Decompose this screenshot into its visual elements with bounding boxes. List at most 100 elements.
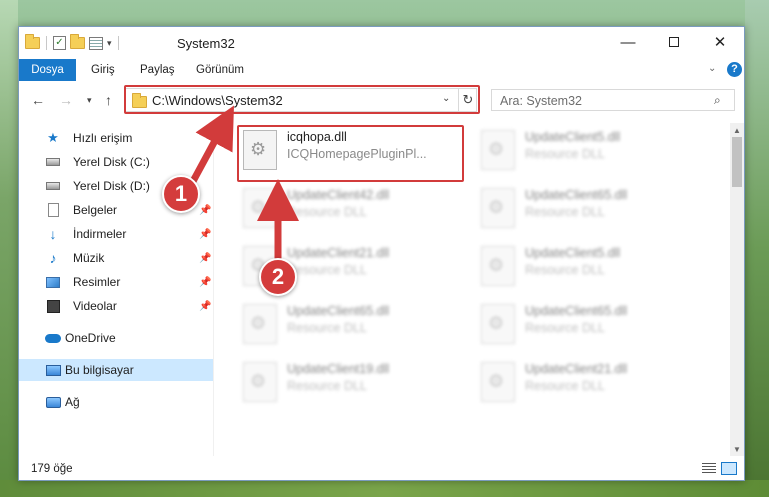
sidebar-item-indirmeler[interactable]: ↓ İndirmeler 📌	[19, 223, 214, 245]
sidebar-item-yerel-disk-c[interactable]: Yerel Disk (C:)	[19, 151, 214, 173]
drive-icon	[45, 179, 61, 193]
customize-toolbar-chevron-icon[interactable]: ▾	[107, 38, 112, 49]
tab-gorunum[interactable]: Görünüm	[196, 59, 244, 81]
file-item[interactable]: UpdateClient65.dll Resource DLL	[477, 184, 697, 232]
sidebar-item-videolar[interactable]: Videolar 📌	[19, 295, 214, 317]
file-description: Resource DLL	[287, 205, 367, 219]
sidebar-item-label: Videolar	[73, 299, 117, 313]
file-name: UpdateClient65.dll	[525, 304, 628, 318]
download-icon: ↓	[49, 226, 57, 242]
minimize-button[interactable]: —	[605, 27, 651, 57]
dll-file-icon	[243, 130, 277, 170]
tab-giris[interactable]: Giriş	[91, 59, 115, 81]
file-item[interactable]: UpdateClient65.dll Resource DLL	[239, 300, 459, 348]
dll-file-icon	[481, 188, 515, 228]
properties-check-icon[interactable]: ✓	[53, 36, 66, 50]
new-folder-icon[interactable]	[70, 34, 85, 49]
search-icon[interactable]: ⌕	[714, 93, 721, 108]
file-description: Resource DLL	[525, 205, 605, 219]
scroll-up-arrow-icon[interactable]: ▲	[730, 123, 744, 137]
file-item[interactable]: UpdateClient42.dll Resource DLL	[239, 184, 459, 232]
scrollbar-thumb[interactable]	[732, 137, 742, 187]
vertical-scrollbar[interactable]: ▲ ▼	[730, 123, 744, 456]
sidebar-item-hizli-erisim[interactable]: ★ Hızlı erişim	[19, 127, 214, 149]
desktop-background-right	[745, 0, 769, 497]
navigation-pane: ★ Hızlı erişim Yerel Disk (C:) Yerel Dis…	[19, 123, 214, 456]
tab-dosya[interactable]: Dosya	[19, 59, 76, 81]
pane-divider[interactable]	[213, 123, 214, 456]
forward-arrow-icon[interactable]: →	[59, 92, 73, 108]
onedrive-icon	[45, 331, 61, 345]
item-count: 179 öğe	[31, 463, 73, 475]
ribbon-tabs: Dosya Giriş Paylaş Görünüm ⌄ ?	[19, 59, 744, 81]
desktop-background-left	[0, 0, 18, 497]
file-item[interactable]: UpdateClient5.dll Resource DLL	[477, 242, 697, 290]
address-folder-icon	[132, 93, 147, 108]
scroll-down-arrow-icon[interactable]: ▼	[730, 442, 744, 456]
sidebar-item-muzik[interactable]: ♪ Müzik 📌	[19, 247, 214, 269]
help-icon[interactable]: ?	[727, 62, 742, 77]
network-icon	[45, 395, 61, 409]
pin-icon[interactable]: 📌	[199, 301, 211, 312]
file-description: Resource DLL	[525, 321, 605, 335]
dll-file-icon	[481, 362, 515, 402]
sidebar-item-label: Yerel Disk (C:)	[73, 155, 150, 169]
search-input[interactable]: Ara: System32	[500, 94, 582, 108]
star-icon: ★	[47, 130, 59, 145]
desktop-background-bottom	[0, 480, 769, 497]
file-description: Resource DLL	[287, 263, 367, 277]
file-item[interactable]: UpdateClient21.dll Resource DLL	[477, 358, 697, 406]
back-arrow-icon[interactable]: ←	[31, 92, 45, 108]
maximize-button[interactable]	[651, 27, 697, 57]
file-description: Resource DLL	[525, 263, 605, 277]
file-description: Resource DLL	[525, 147, 605, 161]
file-item[interactable]: UpdateClient65.dll Resource DLL	[477, 300, 697, 348]
window-title: System32	[177, 36, 235, 51]
dll-file-icon	[243, 362, 277, 402]
music-icon: ♪	[49, 250, 57, 266]
details-view-icon[interactable]	[702, 463, 716, 475]
address-bar[interactable]: C:\Windows\System32 ⌄ ↻	[125, 88, 477, 112]
pin-icon[interactable]: 📌	[199, 229, 211, 240]
sidebar-item-onedrive[interactable]: OneDrive	[19, 327, 214, 349]
sidebar-item-label: Bu bilgisayar	[65, 363, 134, 377]
sidebar-item-resimler[interactable]: Resimler 📌	[19, 271, 214, 293]
file-name: UpdateClient65.dll	[287, 304, 390, 318]
file-item[interactable]: UpdateClient19.dll Resource DLL	[239, 358, 459, 406]
sidebar-item-label: OneDrive	[65, 331, 116, 345]
close-button[interactable]: ✕	[697, 27, 743, 57]
pin-icon[interactable]: 📌	[199, 277, 211, 288]
pin-icon[interactable]: 📌	[199, 253, 211, 264]
toolbar-separator	[46, 36, 47, 50]
toolbar-separator	[117, 36, 119, 50]
address-path[interactable]: C:\Windows\System32	[152, 93, 283, 108]
file-item-icqhopa[interactable]: icqhopa.dll ICQHomepagePluginPl...	[239, 126, 459, 174]
search-box[interactable]: Ara: System32 ⌕	[491, 89, 735, 111]
document-icon	[45, 203, 61, 217]
file-name: UpdateClient5.dll	[525, 130, 621, 144]
up-arrow-icon[interactable]: ↑	[105, 92, 112, 108]
sidebar-item-label: Müzik	[73, 251, 105, 265]
properties-icon[interactable]	[89, 36, 103, 50]
status-bar: 179 öğe	[19, 458, 744, 480]
maximize-icon	[669, 37, 679, 47]
recent-locations-chevron-icon[interactable]: ▾	[87, 95, 92, 106]
expand-ribbon-chevron-icon[interactable]: ⌄	[708, 63, 716, 74]
quick-access-toolbar: ✓ ▾	[25, 34, 121, 52]
sidebar-item-label: Yerel Disk (D:)	[73, 179, 150, 193]
folder-icon	[25, 34, 40, 49]
refresh-icon[interactable]: ↻	[458, 89, 477, 111]
file-description: Resource DLL	[287, 321, 367, 335]
file-name: UpdateClient5.dll	[525, 246, 621, 260]
tiles-view-icon[interactable]	[721, 462, 737, 475]
drive-icon	[45, 155, 61, 169]
address-dropdown-chevron-icon[interactable]: ⌄	[442, 93, 450, 104]
sidebar-item-ag[interactable]: Ağ	[19, 391, 214, 413]
dll-file-icon	[243, 304, 277, 344]
file-item[interactable]: UpdateClient5.dll Resource DLL	[477, 126, 697, 174]
sidebar-item-label: Ağ	[65, 395, 80, 409]
pin-icon[interactable]: 📌	[199, 205, 211, 216]
tab-paylas[interactable]: Paylaş	[140, 59, 175, 81]
sidebar-item-label: Belgeler	[73, 203, 118, 217]
sidebar-item-bu-bilgisayar[interactable]: Bu bilgisayar	[19, 359, 214, 381]
